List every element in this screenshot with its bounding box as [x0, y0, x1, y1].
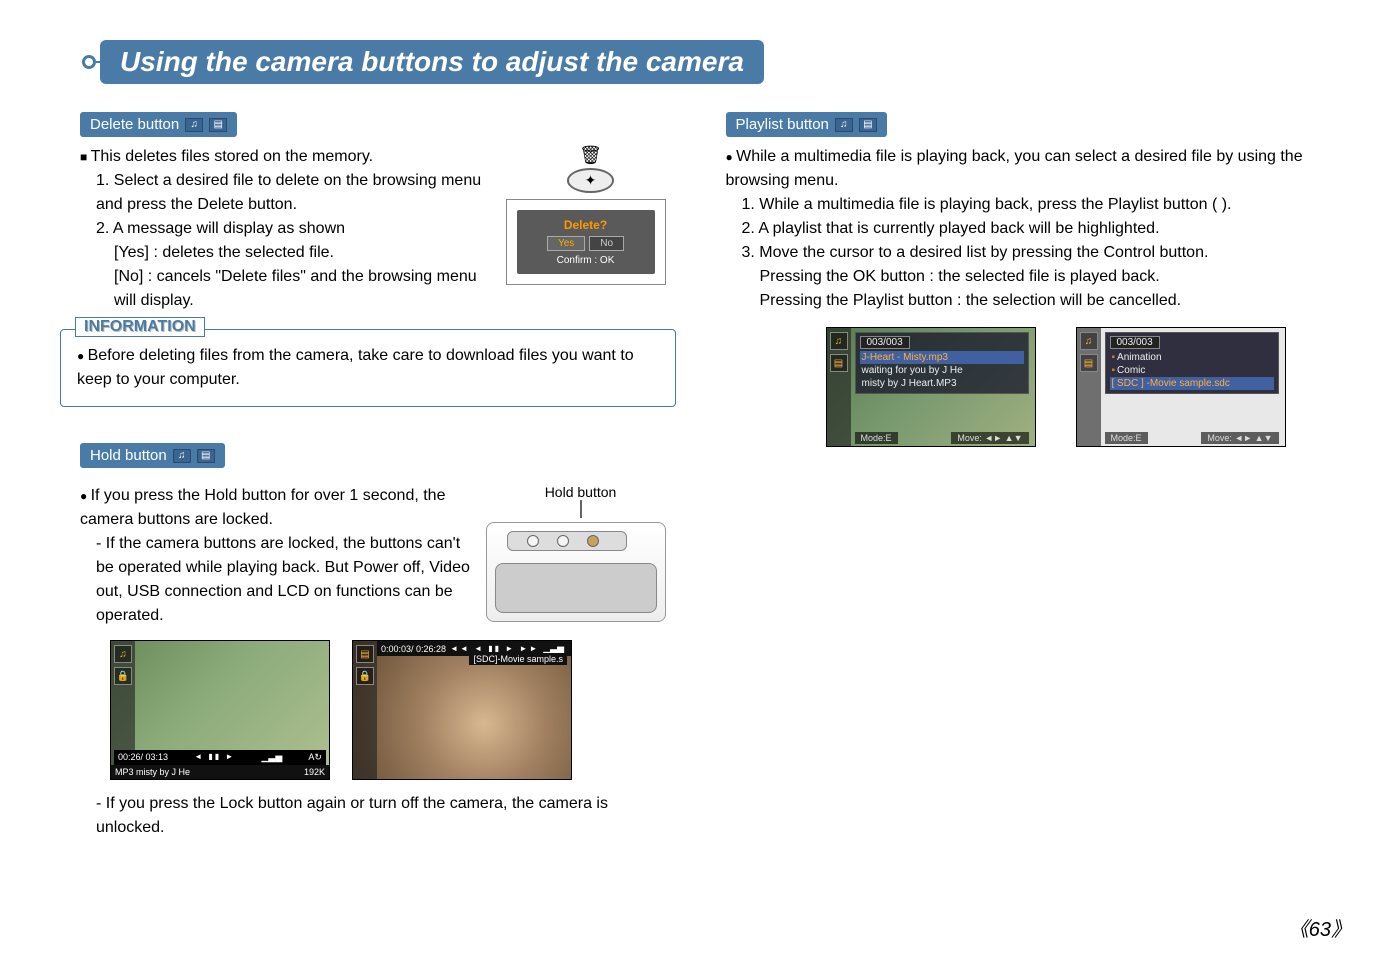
- headphones-icon: ♫: [173, 449, 191, 463]
- page-number: 《63》: [1289, 913, 1351, 942]
- lcd-movie-playback: ▤ 🔒 0:00:03/ 0:26:28 ◄◄ ◄ ▮▮ ► ►► ▁▃▅ [S…: [352, 640, 572, 780]
- playlist-icon: ▤: [197, 449, 215, 463]
- delete-button-header: Delete button ♫ ▤: [80, 112, 237, 137]
- delete-step2: 2. A message will display as shown: [96, 217, 494, 241]
- delete-confirm-dialog: Delete? Yes No Confirm : OK: [506, 199, 666, 285]
- trash-icon: 🗑: [579, 145, 602, 166]
- playlist-step3: 3. Move the cursor to a desired list by …: [742, 241, 1322, 265]
- menu1-item2[interactable]: waiting for you by J He: [860, 364, 1024, 377]
- hold-header-text: Hold button: [90, 447, 167, 464]
- menu1-mode: Mode:E: [855, 432, 898, 444]
- playlist-icon: ▤: [1080, 354, 1098, 372]
- lcd1-time: 00:26/ 03:13: [118, 752, 168, 763]
- camera-top-illustration: [486, 522, 666, 622]
- playlist-menu-mp3: ♫ ▤ 003/003 J-Heart - Misty.mp3 waiting …: [826, 327, 1036, 447]
- dialog-confirm-hint: Confirm : OK: [523, 255, 649, 266]
- dialog-title: Delete?: [523, 218, 649, 232]
- playlist-ok-line: Pressing the OK button : the selected fi…: [760, 265, 1322, 289]
- information-box: INFORMATION Before deleting files from t…: [60, 329, 676, 407]
- delete-physical-button: ✦: [567, 168, 615, 193]
- title-dot-decoration: [82, 55, 96, 69]
- headphones-icon: ♫: [114, 645, 132, 663]
- playlist-step2: 2. A playlist that is currently played b…: [742, 217, 1322, 241]
- left-column: Delete button ♫ ▤ This deletes files sto…: [60, 104, 676, 840]
- playlist-menu-movie: ♫ ▤ 003/003 ▪Animation ▪Comic [ SDC ] -M…: [1076, 327, 1286, 447]
- playlist-icon: ▤: [859, 118, 877, 132]
- camera-button-1: [527, 535, 539, 547]
- headphones-icon: ♫: [830, 332, 848, 350]
- menu2-count: 003/003: [1110, 336, 1160, 349]
- headphones-icon: ♫: [835, 118, 853, 132]
- menu2-item3[interactable]: [ SDC ] -Movie sample.sdc: [1110, 377, 1274, 390]
- hold-callout-label: Hold button: [486, 484, 676, 500]
- dialog-no-button[interactable]: No: [589, 236, 624, 251]
- playlist-icon: ▤: [830, 354, 848, 372]
- lcd1-label: MP3 misty by J He: [115, 767, 190, 777]
- page-title-bar: Using the camera buttons to adjust the c…: [100, 40, 764, 84]
- headphones-icon: ♫: [1080, 332, 1098, 350]
- audio-level-icon: ▁▃▅: [261, 752, 282, 763]
- menu1-item3[interactable]: misty by J Heart.MP3: [860, 377, 1024, 390]
- hold-dash1: - If the camera buttons are locked, the …: [96, 532, 474, 628]
- page-title: Using the camera buttons to adjust the c…: [120, 46, 744, 77]
- lcd2-time: 0:00:03/ 0:26:28: [381, 644, 446, 654]
- title-line-decoration: [96, 61, 100, 63]
- camera-button-2: [557, 535, 569, 547]
- menu2-item2[interactable]: ▪Comic: [1110, 364, 1274, 377]
- lcd1-rate: 192K: [304, 767, 325, 777]
- delete-header-text: Delete button: [90, 116, 179, 133]
- hold-button-header: Hold button ♫ ▤: [80, 443, 225, 468]
- playlist-step1: 1. While a multimedia file is playing ba…: [742, 193, 1322, 217]
- delete-yes-option: [Yes] : deletes the selected file.: [114, 241, 494, 265]
- lcd2-title: [SDC]-Movie sample.s: [469, 653, 567, 665]
- menu1-item1[interactable]: J-Heart - Misty.mp3: [860, 351, 1024, 364]
- lcd2-controls: ◄◄ ◄ ▮▮ ► ►►: [450, 644, 539, 653]
- playlist-icon: ▤: [209, 118, 227, 132]
- playlist-header-text: Playlist button: [736, 116, 829, 133]
- delete-step1: 1. Select a desired file to delete on th…: [96, 169, 494, 217]
- information-title: INFORMATION: [75, 317, 205, 337]
- hold-intro: If you press the Hold button for over 1 …: [80, 484, 474, 532]
- playlist-intro: While a multimedia file is playing back,…: [726, 145, 1322, 193]
- headphones-icon: ♫: [185, 118, 203, 132]
- hold-button-physical: [587, 535, 599, 547]
- delete-intro: This deletes files stored on the memory.: [80, 145, 494, 169]
- menu2-mode: Mode:E: [1105, 432, 1148, 444]
- menu1-count: 003/003: [860, 336, 910, 349]
- folder-icon: ▪: [1112, 365, 1116, 376]
- delete-button-diagram: 🗑 ✦: [506, 145, 676, 193]
- lock-icon: 🔒: [114, 667, 132, 685]
- playlist-button-header: Playlist button ♫ ▤: [726, 112, 887, 137]
- menu1-move: Move: ◄► ▲▼: [951, 432, 1028, 444]
- right-column: Playlist button ♫ ▤ While a multimedia f…: [706, 104, 1322, 840]
- lcd1-controls: ◄ ▮▮ ►: [194, 752, 235, 763]
- playlist-cancel-line: Pressing the Playlist button : the selec…: [760, 289, 1322, 313]
- lcd-mp3-playback: ♫ 🔒 00:26/ 03:13 ◄ ▮▮ ► ▁▃▅ A↻ MP3 misty…: [110, 640, 330, 780]
- menu2-move: Move: ◄► ▲▼: [1201, 432, 1278, 444]
- folder-icon: ▪: [1112, 352, 1116, 363]
- menu2-item1[interactable]: ▪Animation: [1110, 351, 1274, 364]
- hold-dash2: - If you press the Lock button again or …: [96, 792, 676, 840]
- callout-line: [580, 500, 582, 518]
- playlist-icon: ▤: [356, 645, 374, 663]
- repeat-icon: A↻: [308, 752, 322, 763]
- lock-icon: 🔒: [356, 667, 374, 685]
- information-body: Before deleting files from the camera, t…: [77, 344, 659, 392]
- delete-no-option: [No] : cancels "Delete files" and the br…: [114, 265, 494, 313]
- dialog-yes-button[interactable]: Yes: [547, 236, 585, 251]
